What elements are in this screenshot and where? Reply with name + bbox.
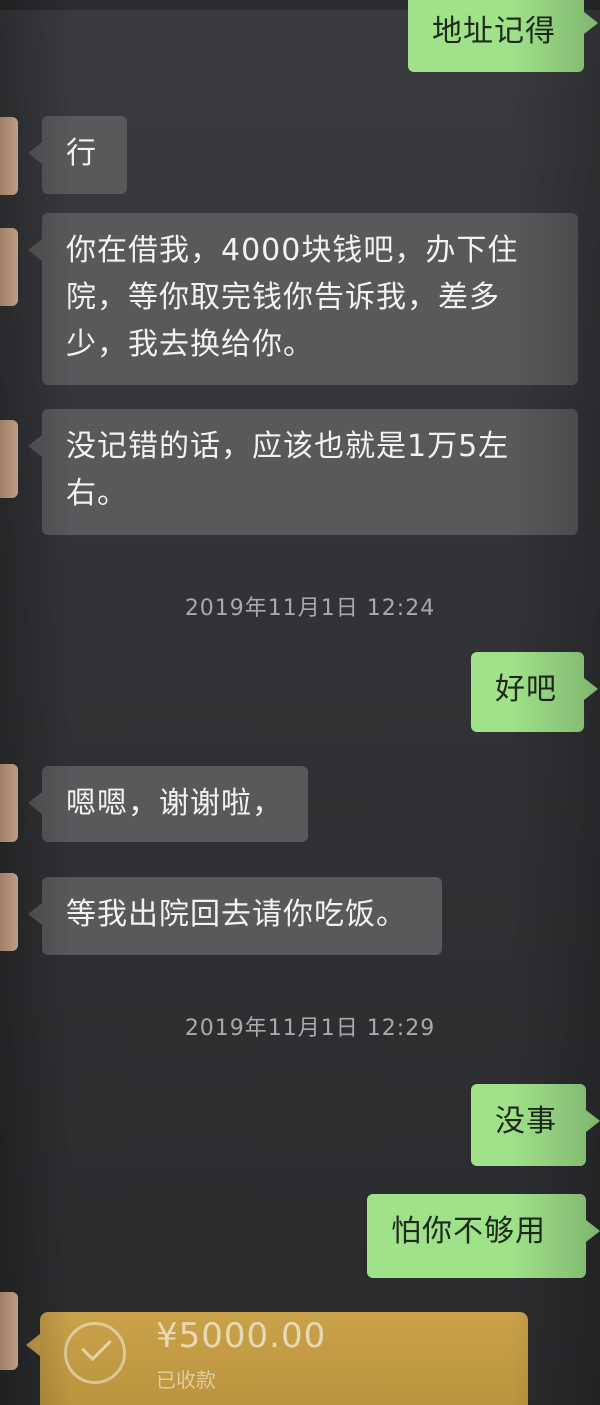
message-bubble-outgoing[interactable]: 怕你不够用	[367, 1194, 600, 1278]
message-bubble-incoming[interactable]: 嗯嗯，谢谢啦，	[28, 766, 308, 842]
transfer-amount: ¥5000.00	[156, 1316, 327, 1356]
avatar[interactable]	[0, 1292, 18, 1370]
timestamp: 2019年11月1日 12:24	[184, 596, 436, 621]
message-bubble-outgoing[interactable]: 好吧	[471, 652, 598, 732]
message-bubble-outgoing[interactable]: 地址记得	[408, 0, 598, 72]
avatar[interactable]	[0, 764, 18, 842]
avatar[interactable]	[0, 420, 18, 498]
chat-screen: 地址记得 行 你在借我，4000块钱吧，办下住院，等你取完钱你告诉我，差多少，我…	[0, 0, 600, 1405]
transfer-status: 已收款	[156, 1368, 216, 1392]
message-bubble-incoming[interactable]: 行	[28, 116, 127, 194]
avatar[interactable]	[0, 873, 18, 951]
avatar[interactable]	[0, 228, 18, 306]
timestamp: 2019年11月1日 12:29	[184, 1016, 436, 1041]
message-bubble-incoming[interactable]: 你在借我，4000块钱吧，办下住院，等你取完钱你告诉我，差多少，我去换给你。	[28, 213, 578, 385]
transfer-card[interactable]: ¥5000.00 已收款	[26, 1312, 528, 1405]
message-bubble-incoming[interactable]: 没记错的话，应该也就是1万5左右。	[28, 409, 578, 535]
avatar[interactable]	[0, 117, 18, 195]
message-bubble-incoming[interactable]: 等我出院回去请你吃饭。	[28, 877, 442, 955]
message-bubble-outgoing[interactable]: 没事	[471, 1084, 600, 1166]
check-circle-icon	[64, 1322, 126, 1384]
